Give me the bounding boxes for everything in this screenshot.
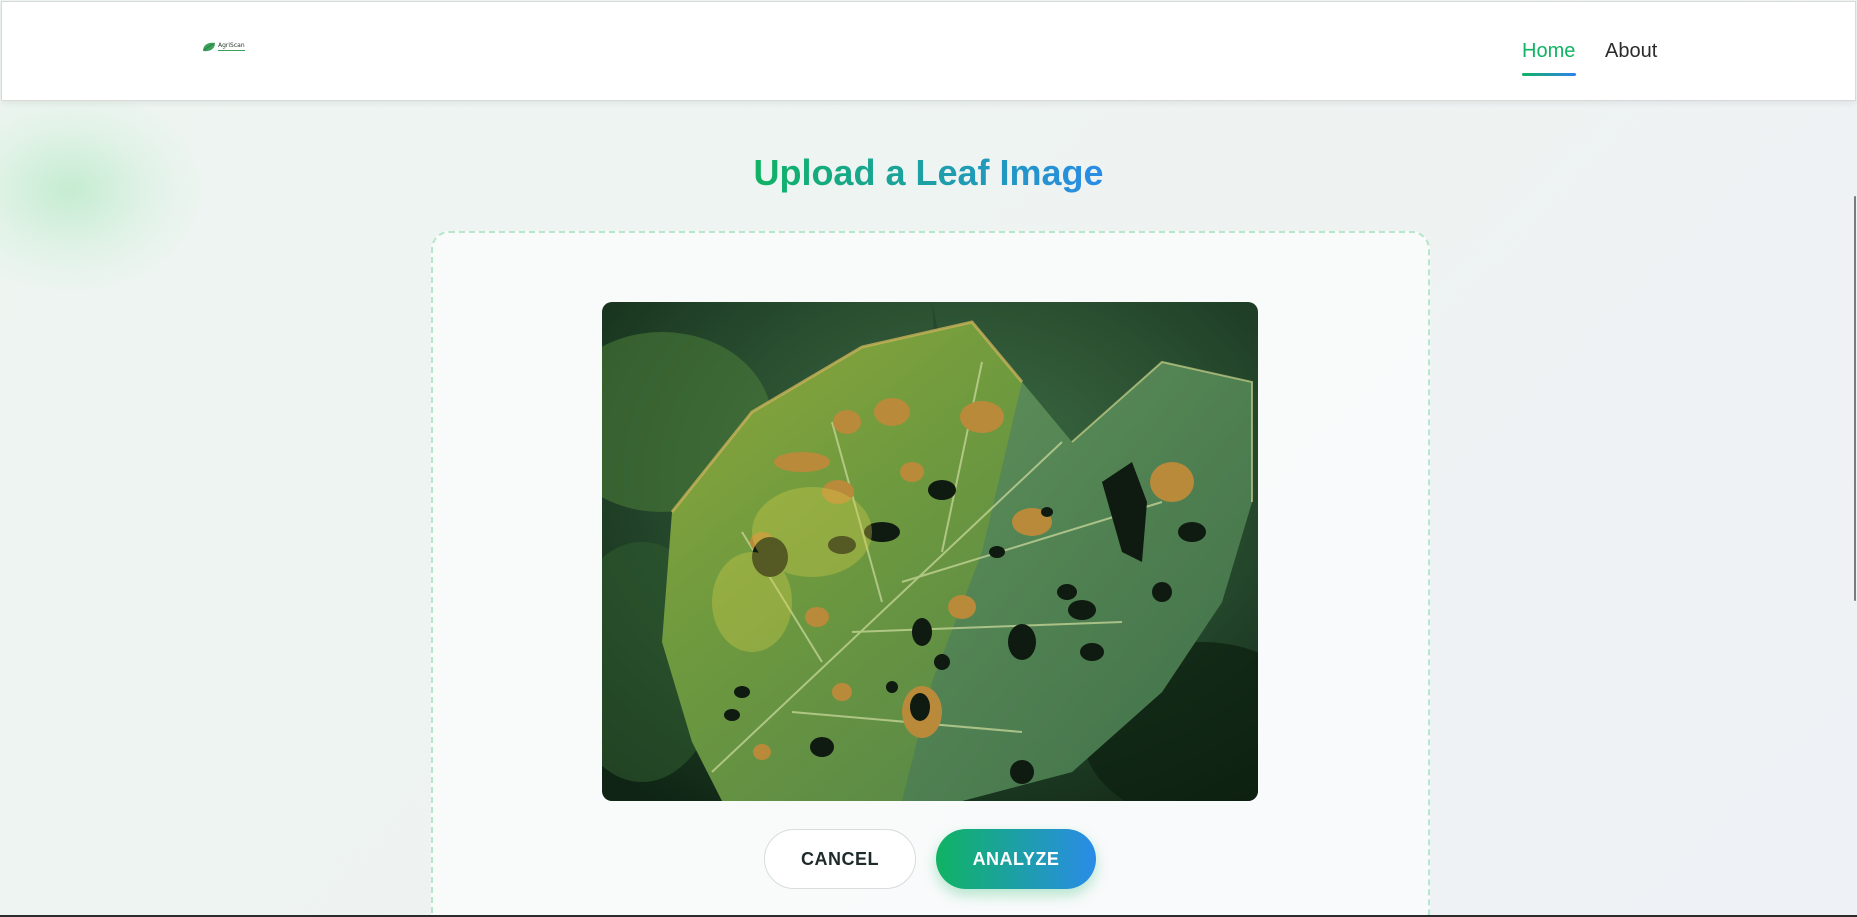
- active-nav-indicator: [1522, 73, 1576, 76]
- top-navbar: AgriScan: [1, 1, 1856, 101]
- nav-link-home[interactable]: Home: [1522, 39, 1575, 63]
- leaf-image-preview: [602, 302, 1258, 801]
- leaf-icon: [203, 42, 215, 52]
- nav-link-about[interactable]: About: [1605, 39, 1657, 63]
- analyze-button[interactable]: ANALYZE: [936, 829, 1096, 889]
- page-title-text: Upload a Leaf Image: [753, 152, 1104, 193]
- page-title: Upload a Leaf Image: [0, 150, 1857, 196]
- brand-name: AgriScan: [218, 42, 245, 51]
- brand-logo[interactable]: AgriScan: [202, 42, 245, 52]
- cancel-button[interactable]: CANCEL: [764, 829, 916, 889]
- scrollbar-thumb[interactable]: [1854, 196, 1856, 601]
